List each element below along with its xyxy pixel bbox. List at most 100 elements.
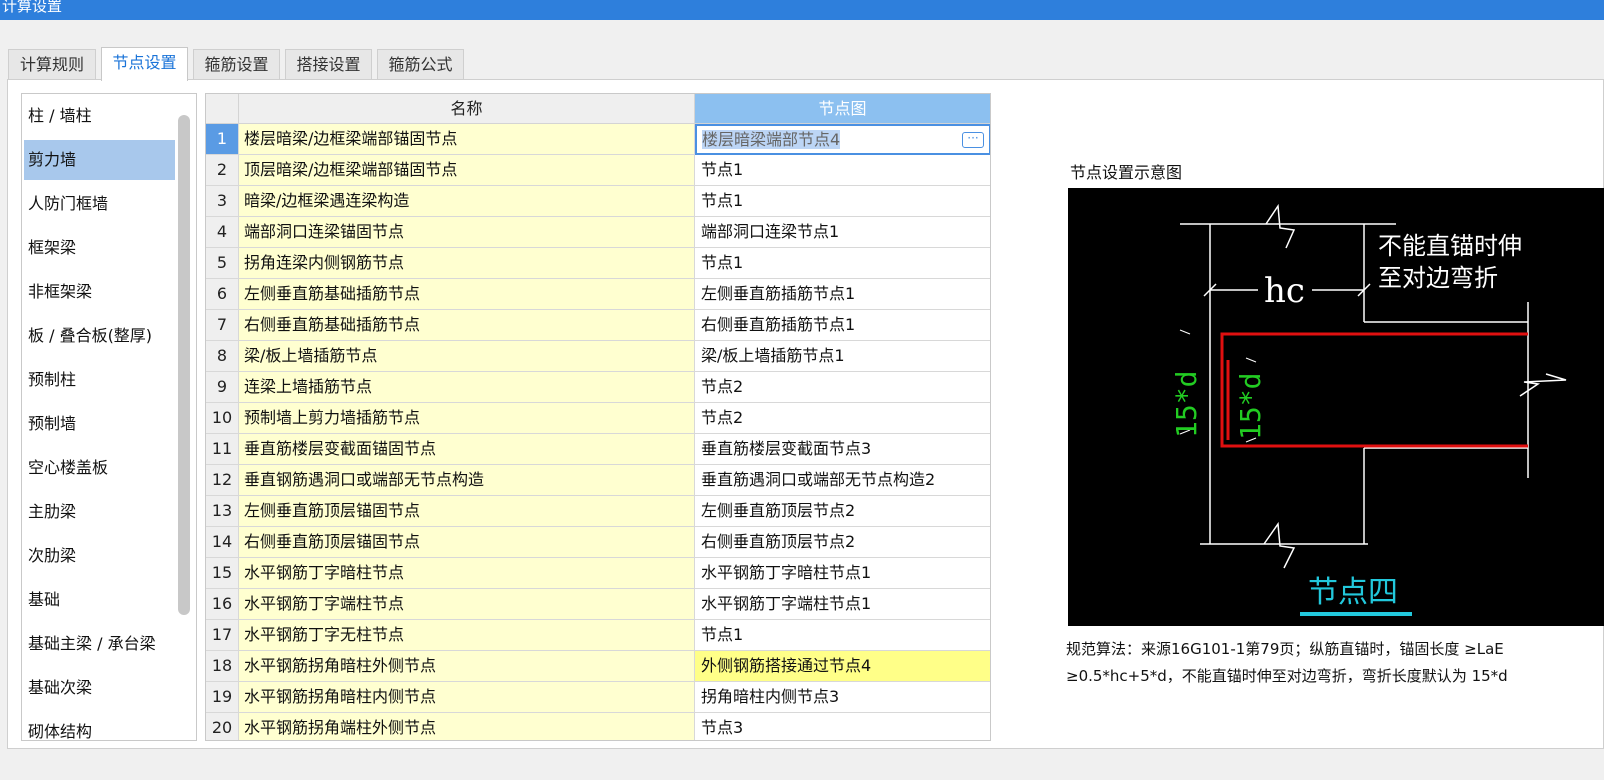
- row-number: 1: [206, 124, 239, 155]
- table-row[interactable]: 3 暗梁/边框梁遇连梁构造 节点1: [206, 186, 990, 217]
- category-item-selected[interactable]: 剪力墙: [24, 140, 175, 180]
- category-item[interactable]: 主肋梁: [24, 492, 175, 532]
- row-number: 18: [206, 651, 239, 682]
- node-name-cell[interactable]: 右侧垂直筋基础插筋节点: [239, 310, 695, 341]
- table-row[interactable]: 9 连梁上墙插筋节点 节点2: [206, 372, 990, 403]
- row-number: 3: [206, 186, 239, 217]
- category-item[interactable]: 基础次梁: [24, 668, 175, 708]
- row-number-header: [206, 94, 239, 124]
- node-name-cell[interactable]: 右侧垂直筋顶层锚固节点: [239, 527, 695, 558]
- column-header-node[interactable]: 节点图: [695, 94, 990, 124]
- category-item[interactable]: 人防门框墙: [24, 184, 175, 224]
- category-item[interactable]: 基础: [24, 580, 175, 620]
- table-row[interactable]: 5 拐角连梁内侧钢筋节点 节点1: [206, 248, 990, 279]
- category-item[interactable]: 板 / 叠合板(整厚): [24, 316, 175, 356]
- window-title-bar: 计算设置: [0, 0, 1604, 20]
- category-item[interactable]: 次肋梁: [24, 536, 175, 576]
- row-number: 14: [206, 527, 239, 558]
- node-value-cell[interactable]: 拐角暗柱内侧节点3: [695, 682, 990, 713]
- node-value-cell[interactable]: 垂直筋遇洞口或端部无节点构造2: [695, 465, 990, 496]
- row-number: 16: [206, 589, 239, 620]
- node-value-cell[interactable]: 端部洞口连梁节点1: [695, 217, 990, 248]
- node-name-cell[interactable]: 梁/板上墙插筋节点: [239, 341, 695, 372]
- node-caption: 节点四: [1308, 575, 1398, 610]
- node-name-cell[interactable]: 水平钢筋丁字无柱节点: [239, 620, 695, 651]
- node-value-cell[interactable]: 节点2: [695, 372, 990, 403]
- node-value-cell[interactable]: 梁/板上墙插筋节点1: [695, 341, 990, 372]
- node-value-cell-editing[interactable]: 楼层暗梁端部节点4 ···: [695, 124, 990, 155]
- node-value-cell[interactable]: 节点1: [695, 248, 990, 279]
- node-value-cell[interactable]: 节点1: [695, 155, 990, 186]
- rebar-red: [1220, 332, 1528, 448]
- node-name-cell[interactable]: 水平钢筋拐角暗柱外侧节点: [239, 651, 695, 682]
- tab-calc-rules[interactable]: 计算规则: [8, 49, 96, 80]
- node-name-cell[interactable]: 预制墙上剪力墙插筋节点: [239, 403, 695, 434]
- category-item[interactable]: 基础主梁 / 承台梁: [24, 624, 175, 664]
- node-name-cell[interactable]: 左侧垂直筋基础插筋节点: [239, 279, 695, 310]
- node-value-cell[interactable]: 左侧垂直筋插筋节点1: [695, 279, 990, 310]
- table-row[interactable]: 11 垂直筋楼层变截面锚固节点 垂直筋楼层变截面节点3: [206, 434, 990, 465]
- table-row[interactable]: 2 顶层暗梁/边框梁端部锚固节点 节点1: [206, 155, 990, 186]
- table-row[interactable]: 7 右侧垂直筋基础插筋节点 右侧垂直筋插筋节点1: [206, 310, 990, 341]
- node-name-cell[interactable]: 连梁上墙插筋节点: [239, 372, 695, 403]
- tab-lap-settings[interactable]: 搭接设置: [285, 49, 372, 80]
- table-row[interactable]: 12 垂直钢筋遇洞口或端部无节点构造 垂直筋遇洞口或端部无节点构造2: [206, 465, 990, 496]
- table-row[interactable]: 17 水平钢筋丁字无柱节点 节点1: [206, 620, 990, 651]
- category-scrollbar[interactable]: [178, 115, 190, 615]
- node-name-cell[interactable]: 垂直筋楼层变截面锚固节点: [239, 434, 695, 465]
- node-name-cell[interactable]: 水平钢筋丁字端柱节点: [239, 589, 695, 620]
- node-name-cell[interactable]: 顶层暗梁/边框梁端部锚固节点: [239, 155, 695, 186]
- node-name-cell[interactable]: 楼层暗梁/边框梁端部锚固节点: [239, 124, 695, 155]
- node-value-cell[interactable]: 节点1: [695, 620, 990, 651]
- node-name-cell[interactable]: 左侧垂直筋顶层锚固节点: [239, 496, 695, 527]
- node-diagram-preview: hc 不能直锚时伸 至对边弯折 15*d 15*d 节点四: [1068, 188, 1604, 626]
- table-row[interactable]: 1 楼层暗梁/边框梁端部锚固节点 楼层暗梁端部节点4 ···: [206, 124, 990, 155]
- table-row[interactable]: 8 梁/板上墙插筋节点 梁/板上墙插筋节点1: [206, 341, 990, 372]
- tab-stirrup-formula[interactable]: 箍筋公式: [377, 49, 464, 80]
- more-options-button[interactable]: ···: [962, 132, 984, 148]
- table-row[interactable]: 18 水平钢筋拐角暗柱外侧节点 外侧钢筋搭接通过节点4: [206, 651, 990, 682]
- row-number: 8: [206, 341, 239, 372]
- node-value-cell[interactable]: 垂直筋楼层变截面节点3: [695, 434, 990, 465]
- tab-node-settings[interactable]: 节点设置: [101, 47, 188, 81]
- column-header-name[interactable]: 名称: [239, 94, 695, 124]
- table-row[interactable]: 14 右侧垂直筋顶层锚固节点 右侧垂直筋顶层节点2: [206, 527, 990, 558]
- category-item[interactable]: 非框架梁: [24, 272, 175, 312]
- category-item[interactable]: 柱 / 墙柱: [24, 96, 175, 136]
- tab-stirrup-settings[interactable]: 箍筋设置: [193, 49, 280, 80]
- node-value-cell[interactable]: 右侧垂直筋插筋节点1: [695, 310, 990, 341]
- node-value-cell[interactable]: 节点2: [695, 403, 990, 434]
- node-name-cell[interactable]: 水平钢筋丁字暗柱节点: [239, 558, 695, 589]
- row-number: 4: [206, 217, 239, 248]
- row-number: 15: [206, 558, 239, 589]
- node-value-cell[interactable]: 水平钢筋丁字端柱节点1: [695, 589, 990, 620]
- node-value-cell-highlighted[interactable]: 外侧钢筋搭接通过节点4: [695, 651, 990, 682]
- table-row[interactable]: 15 水平钢筋丁字暗柱节点 水平钢筋丁字暗柱节点1: [206, 558, 990, 589]
- node-value-cell[interactable]: 右侧垂直筋顶层节点2: [695, 527, 990, 558]
- node-value-cell[interactable]: 水平钢筋丁字暗柱节点1: [695, 558, 990, 589]
- node-name-cell[interactable]: 垂直钢筋遇洞口或端部无节点构造: [239, 465, 695, 496]
- node-value-cell[interactable]: 节点1: [695, 186, 990, 217]
- table-row[interactable]: 10 预制墙上剪力墙插筋节点 节点2: [206, 403, 990, 434]
- category-item[interactable]: 砌体结构: [24, 712, 175, 740]
- table-row[interactable]: 16 水平钢筋丁字端柱节点 水平钢筋丁字端柱节点1: [206, 589, 990, 620]
- category-item[interactable]: 预制墙: [24, 404, 175, 444]
- category-item[interactable]: 框架梁: [24, 228, 175, 268]
- table-row[interactable]: 13 左侧垂直筋顶层锚固节点 左侧垂直筋顶层节点2: [206, 496, 990, 527]
- table-row[interactable]: 20 水平钢筋拐角端柱外侧节点 节点3: [206, 713, 990, 740]
- node-name-cell[interactable]: 水平钢筋拐角端柱外侧节点: [239, 713, 695, 740]
- category-item[interactable]: 空心楼盖板: [24, 448, 175, 488]
- node-name-cell[interactable]: 水平钢筋拐角暗柱内侧节点: [239, 682, 695, 713]
- node-name-cell[interactable]: 端部洞口连梁锚固节点: [239, 217, 695, 248]
- table-row[interactable]: 19 水平钢筋拐角暗柱内侧节点 拐角暗柱内侧节点3: [206, 682, 990, 713]
- table-row[interactable]: 4 端部洞口连梁锚固节点 端部洞口连梁节点1: [206, 217, 990, 248]
- node-name-cell[interactable]: 拐角连梁内侧钢筋节点: [239, 248, 695, 279]
- node-value-cell[interactable]: 左侧垂直筋顶层节点2: [695, 496, 990, 527]
- row-number: 17: [206, 620, 239, 651]
- category-list[interactable]: 柱 / 墙柱 剪力墙 人防门框墙 框架梁 非框架梁 板 / 叠合板(整厚) 预制…: [21, 93, 197, 741]
- category-item[interactable]: 预制柱: [24, 360, 175, 400]
- node-value-selected-text[interactable]: 楼层暗梁端部节点4: [702, 130, 841, 149]
- table-row[interactable]: 6 左侧垂直筋基础插筋节点 左侧垂直筋插筋节点1: [206, 279, 990, 310]
- node-value-cell[interactable]: 节点3: [695, 713, 990, 740]
- node-name-cell[interactable]: 暗梁/边框梁遇连梁构造: [239, 186, 695, 217]
